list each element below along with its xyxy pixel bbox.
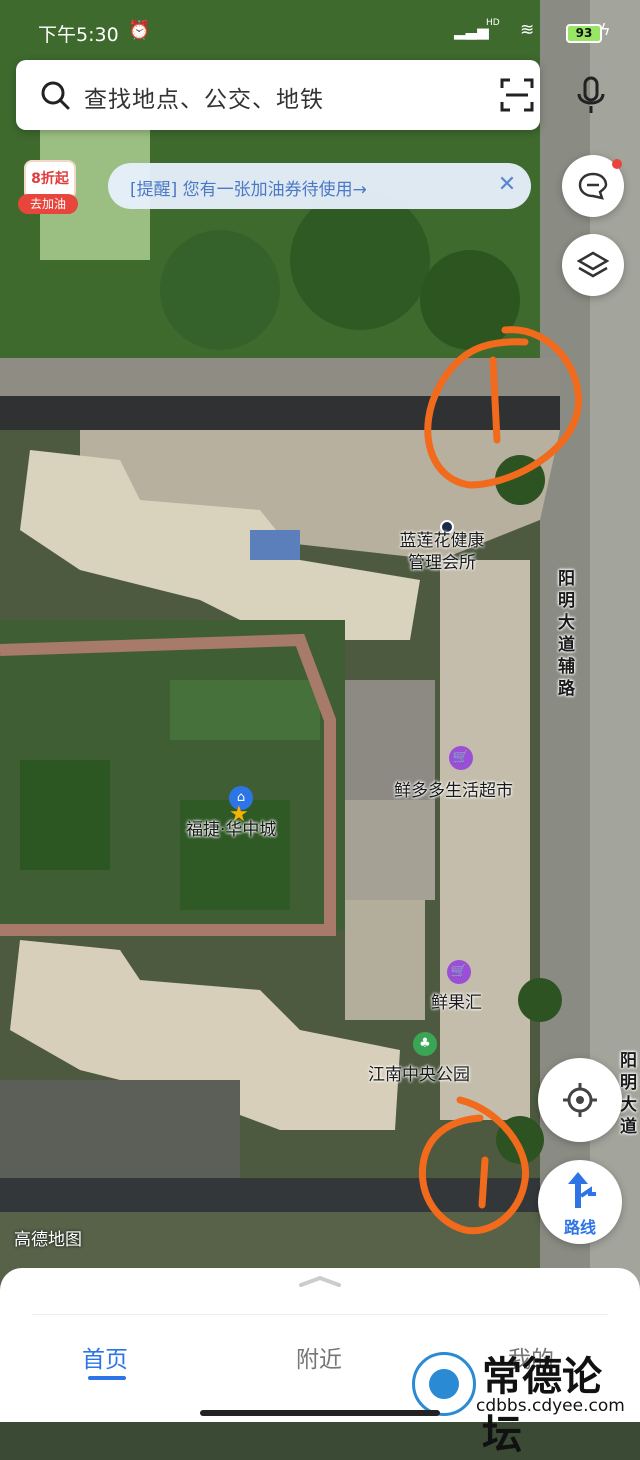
microphone-icon[interactable] [576,76,606,114]
sheet-handle-icon[interactable] [298,1274,342,1288]
poi-community-label[interactable]: 福捷·华中城 [186,815,276,840]
notice-text[interactable]: [提醒] 您有一张加油券待使用→ [130,175,367,200]
notification-dot [612,159,622,169]
search-input[interactable]: 查找地点、公交、地铁 [84,80,324,114]
message-button[interactable] [562,155,624,217]
home-indicator [200,1410,440,1416]
close-icon[interactable]: ✕ [493,171,521,199]
status-time: 下午5:30 [38,24,119,46]
tab-home[interactable]: 首页 [82,1340,128,1374]
notice-banner[interactable]: [提醒] 您有一张加油券待使用→ ✕ [108,163,531,209]
poi-clinic-label[interactable]: 蓝莲花健康 管理会所 [392,530,492,574]
battery-indicator: 93 [566,24,602,43]
network-type: HD [486,18,500,28]
tab-nearby[interactable]: 附近 [296,1340,342,1374]
layers-button[interactable] [562,234,624,296]
route-button[interactable]: 路线 [538,1160,622,1244]
shopping-basket-icon[interactable]: 🛒 [447,960,471,984]
map-brand-logo: 高德地图 [14,1230,82,1250]
status-bar: 下午5:30 ⏰ ▂▃▅ HD ≋ 93 ϟ [0,0,640,60]
bottom-sheet[interactable]: 首页 附近 我的 常德论坛 cdbbs.cdyee.com [0,1268,640,1458]
alarm-icon: ⏰ [128,20,151,41]
watermark-url: cdbbs.cdyee.com [476,1396,625,1416]
shopping-basket-icon[interactable]: 🛒 [449,746,473,770]
forum-watermark-logo [412,1352,476,1416]
poi-supermarket-label[interactable]: 鲜多多生活超市 [394,776,513,801]
search-bar[interactable]: 查找地点、公交、地铁 [16,60,605,130]
poi-park-label[interactable]: 江南中央公园 [368,1060,470,1085]
poi-fruit-label[interactable]: 鲜果汇 [431,988,482,1013]
crosshair-icon [563,1083,597,1117]
scan-icon[interactable] [500,78,534,112]
road-main-label: 阳明大道 [620,1051,637,1137]
chat-bubble-icon [578,172,608,200]
locate-button[interactable] [538,1058,622,1142]
wifi-icon: ≋ [520,20,535,40]
fuel-label: 去加油 [18,194,78,214]
road-side-label: 阳明大道辅路 [558,569,575,699]
route-arrow-icon [568,1172,596,1208]
divider [32,1314,608,1315]
layers-icon [577,251,609,278]
fuel-coupon-badge[interactable]: 8折起 去加油 [18,160,78,214]
active-tab-indicator [88,1376,126,1380]
charging-icon: ϟ [600,20,611,39]
park-leaf-icon[interactable]: ♣ [413,1032,437,1056]
search-icon [41,81,70,110]
signal-icon: ▂▃▅ [454,22,489,40]
route-label: 路线 [563,1218,596,1237]
